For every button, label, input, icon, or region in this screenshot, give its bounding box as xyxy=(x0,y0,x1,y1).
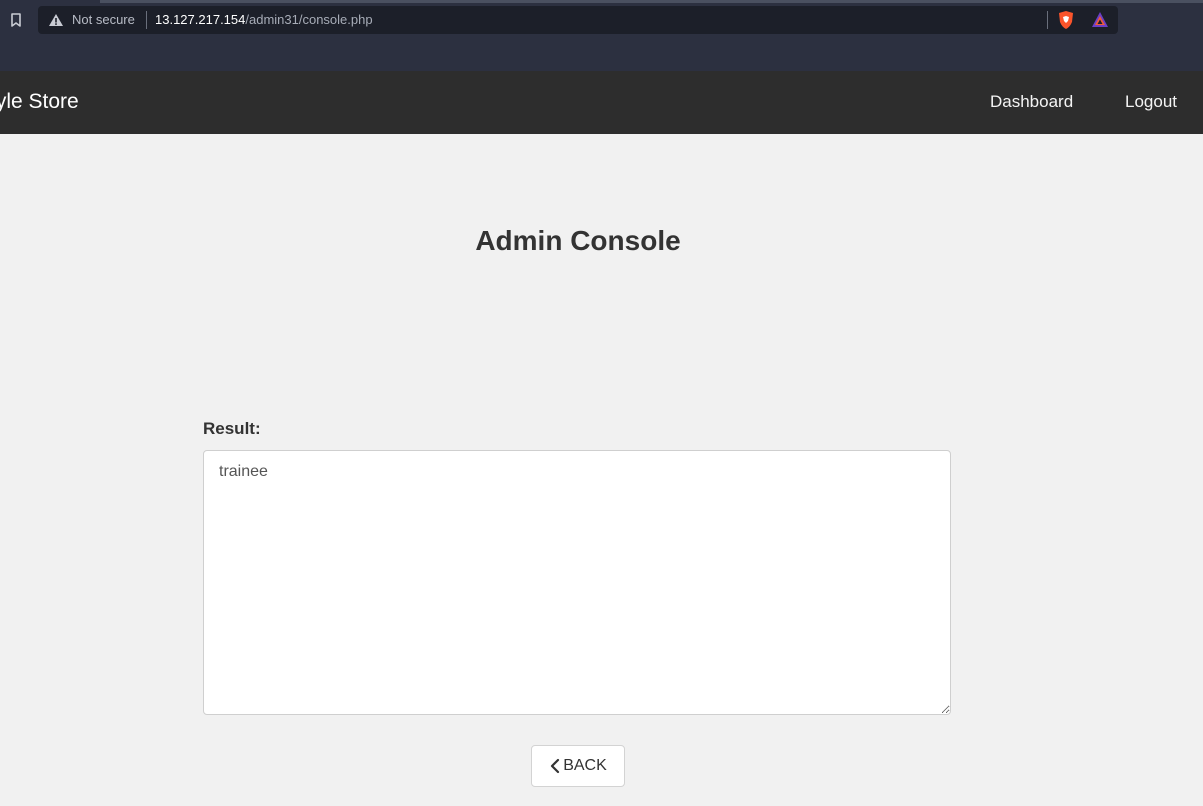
back-button[interactable]: BACK xyxy=(531,745,625,787)
url-host: 13.127.217.154 xyxy=(155,12,246,27)
warning-icon[interactable] xyxy=(48,12,64,28)
result-label: Result: xyxy=(203,419,261,438)
back-button-label: BACK xyxy=(563,757,607,774)
site-brand[interactable]: tyle Store xyxy=(0,90,79,114)
browser-toolbar: Not secure 13.127.217.154/admin31/consol… xyxy=(0,0,1203,71)
address-bar[interactable]: Not secure 13.127.217.154/admin31/consol… xyxy=(38,6,1118,34)
url-path: /admin31/console.php xyxy=(245,12,373,27)
address-divider xyxy=(146,11,147,29)
security-status[interactable]: Not secure xyxy=(72,12,135,28)
chevron-left-icon xyxy=(549,758,561,774)
brave-shield-icon[interactable] xyxy=(1057,10,1075,30)
tab-strip xyxy=(100,0,1203,3)
nav-logout-link[interactable]: Logout xyxy=(1125,92,1177,112)
bookmark-icon[interactable] xyxy=(6,10,26,30)
site-navbar: tyle Store Dashboard Logout xyxy=(0,71,1203,134)
page-title: Admin Console xyxy=(475,225,681,256)
brave-rewards-icon[interactable] xyxy=(1091,11,1109,29)
url-text[interactable]: 13.127.217.154/admin31/console.php xyxy=(155,12,373,28)
nav-dashboard-link[interactable]: Dashboard xyxy=(990,92,1073,112)
address-divider xyxy=(1047,11,1048,29)
result-textarea[interactable]: trainee xyxy=(203,450,951,715)
